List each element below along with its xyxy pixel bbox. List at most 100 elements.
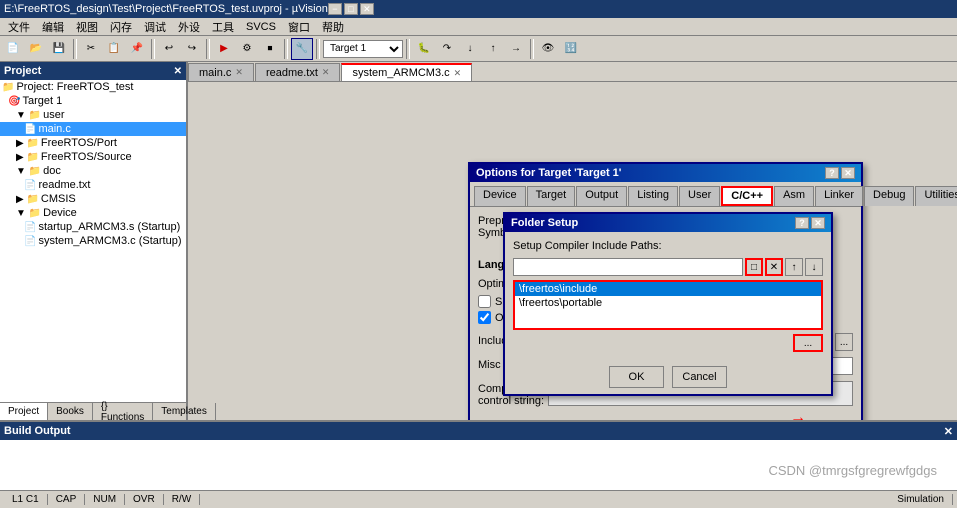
tree-item-port[interactable]: ▶ 📁 FreeRTOS/Port <box>0 136 186 150</box>
debug-start-btn[interactable]: 🐛 <box>413 38 435 60</box>
tab-readme[interactable]: readme.txt ✕ <box>255 63 341 81</box>
tree-item-doc[interactable]: ▼ 📁 doc <box>0 164 186 178</box>
menu-peripheral[interactable]: 外设 <box>172 18 206 35</box>
minimize-btn[interactable]: − <box>328 3 342 15</box>
tab-linker[interactable]: Linker <box>815 186 863 206</box>
close-btn[interactable]: ✕ <box>360 3 374 15</box>
build-close-btn[interactable]: ✕ <box>944 425 953 438</box>
folder-footer: OK Cancel <box>505 360 831 394</box>
tab-debug[interactable]: Debug <box>864 186 914 206</box>
tab-close-readme[interactable]: ✕ <box>322 67 330 78</box>
tree-item-cmsis[interactable]: ▶ 📁 CMSIS <box>0 192 186 206</box>
run-to-btn[interactable]: → <box>505 38 527 60</box>
folder-browse-btn[interactable]: ... <box>793 334 823 352</box>
title-bar: E:\FreeRTOS_design\Test\Project\FreeRTOS… <box>0 0 957 18</box>
tab-utilities[interactable]: Utilities <box>915 186 957 206</box>
panel-close-btn[interactable]: ✕ <box>174 66 182 77</box>
tree-item-device[interactable]: ▼ 📁 Device <box>0 206 186 220</box>
sep6 <box>406 39 410 59</box>
tab-target[interactable]: Target <box>527 186 576 206</box>
file-icon: 📄 <box>24 180 36 191</box>
panel-tab-books[interactable]: Books <box>48 403 93 420</box>
menu-flash[interactable]: 闪存 <box>104 18 138 35</box>
options-close-btn[interactable]: ✕ <box>841 167 855 179</box>
memory-btn[interactable]: 🔢 <box>560 38 582 60</box>
folder-dialog[interactable]: Folder Setup ? ✕ Setup Compiler Include … <box>503 212 833 396</box>
menu-svcs[interactable]: SVCS <box>240 18 282 35</box>
step-into-btn[interactable]: ↓ <box>459 38 481 60</box>
include-browse-btn[interactable]: ... <box>835 333 853 351</box>
folder-list-item-2[interactable]: \freertos\portable <box>515 296 821 310</box>
target-select[interactable]: Target 1 <box>323 40 403 58</box>
options-title-text: Options for Target 'Target 1' <box>476 167 621 179</box>
tree-item-target1[interactable]: 🎯 Target 1 <box>0 94 186 108</box>
build-btn[interactable]: ▶ <box>213 38 235 60</box>
tree-item-project[interactable]: 📁 Project: FreeRTOS_test <box>0 80 186 94</box>
tab-listing[interactable]: Listing <box>628 186 678 206</box>
folder-cancel-btn[interactable]: Cancel <box>672 366 727 388</box>
tab-asm[interactable]: Asm <box>774 186 814 206</box>
menu-edit[interactable]: 编辑 <box>36 18 70 35</box>
new-btn[interactable]: 📄 <box>2 38 24 60</box>
panel-tab-functions[interactable]: {} Functions <box>93 403 153 420</box>
rebuild-btn[interactable]: ⚙ <box>236 38 258 60</box>
tree-item-label: system_ARMCM3.c (Startup) <box>38 235 181 247</box>
folder-ok-btn[interactable]: OK <box>609 366 664 388</box>
folder-delete-btn[interactable]: ✕ <box>765 258 783 276</box>
stop-btn[interactable]: ⏹ <box>259 38 281 60</box>
tree-item-label: CMSIS <box>41 193 76 205</box>
tree-item-system[interactable]: 📄 system_ARMCM3.c (Startup) <box>0 234 186 248</box>
copy-btn[interactable]: 📋 <box>103 38 125 60</box>
cut-btn[interactable]: ✂ <box>80 38 102 60</box>
editor-wrapper: main.c ✕ readme.txt ✕ system_ARMCM3.c ✕ … <box>188 62 957 420</box>
folder-down-btn[interactable]: ↓ <box>805 258 823 276</box>
menu-file[interactable]: 文件 <box>2 18 36 35</box>
menu-view[interactable]: 视图 <box>70 18 104 35</box>
tab-output[interactable]: Output <box>576 186 627 206</box>
panel-tabs: Project Books {} Functions Templates <box>0 402 186 420</box>
paste-btn[interactable]: 📌 <box>126 38 148 60</box>
step-over-btn[interactable]: ↷ <box>436 38 458 60</box>
folder-add-btn[interactable]: □ <box>745 258 763 276</box>
tree-item-startup[interactable]: 📄 startup_ARMCM3.s (Startup) <box>0 220 186 234</box>
tab-device[interactable]: Device <box>474 186 526 206</box>
folder-icon: ▼ 📁 <box>16 110 41 121</box>
tab-cpp[interactable]: C/C++ <box>721 186 773 206</box>
sep5 <box>316 39 320 59</box>
folder-list-item-1[interactable]: \freertos\include <box>515 282 821 296</box>
tree-item-source[interactable]: ▶ 📁 FreeRTOS/Source <box>0 150 186 164</box>
tree-item-label: user <box>43 109 64 121</box>
status-rw: R/W <box>164 494 200 505</box>
folder-up-btn[interactable]: ↑ <box>785 258 803 276</box>
menu-tools[interactable]: 工具 <box>206 18 240 35</box>
open-btn[interactable]: 📂 <box>25 38 47 60</box>
folder-help-btn[interactable]: ? <box>795 217 809 229</box>
status-position: L1 C1 <box>4 494 48 505</box>
save-btn[interactable]: 💾 <box>48 38 70 60</box>
folder-path-list[interactable]: \freertos\include \freertos\portable <box>513 280 823 330</box>
menu-window[interactable]: 窗口 <box>282 18 316 35</box>
tab-user[interactable]: User <box>679 186 720 206</box>
folder-path-input[interactable] <box>513 258 743 276</box>
options-help-btn[interactable]: ? <box>825 167 839 179</box>
target-options-btn[interactable]: 🔧 <box>291 38 313 60</box>
tab-close-mainc[interactable]: ✕ <box>235 67 243 78</box>
menu-help[interactable]: 帮助 <box>316 18 350 35</box>
maximize-btn[interactable]: □ <box>344 3 358 15</box>
tree-item-user[interactable]: ▼ 📁 user <box>0 108 186 122</box>
folder-close-btn[interactable]: ✕ <box>811 217 825 229</box>
watch-btn[interactable]: 👁 <box>537 38 559 60</box>
panel-tab-project[interactable]: Project <box>0 403 48 420</box>
split-cb[interactable] <box>478 295 491 308</box>
menu-debug[interactable]: 调试 <box>138 18 172 35</box>
undo-btn[interactable]: ↩ <box>158 38 180 60</box>
one-elf-cb[interactable] <box>478 311 491 324</box>
step-out-btn[interactable]: ↑ <box>482 38 504 60</box>
tree-item-mainc[interactable]: 📄 main.c <box>0 122 186 136</box>
tab-system[interactable]: system_ARMCM3.c ✕ <box>341 63 472 81</box>
tab-mainc[interactable]: main.c ✕ <box>188 63 254 81</box>
tree-item-readme[interactable]: 📄 readme.txt <box>0 178 186 192</box>
tab-close-system[interactable]: ✕ <box>454 68 462 79</box>
build-title: Build Output ✕ <box>0 422 957 440</box>
redo-btn[interactable]: ↪ <box>181 38 203 60</box>
